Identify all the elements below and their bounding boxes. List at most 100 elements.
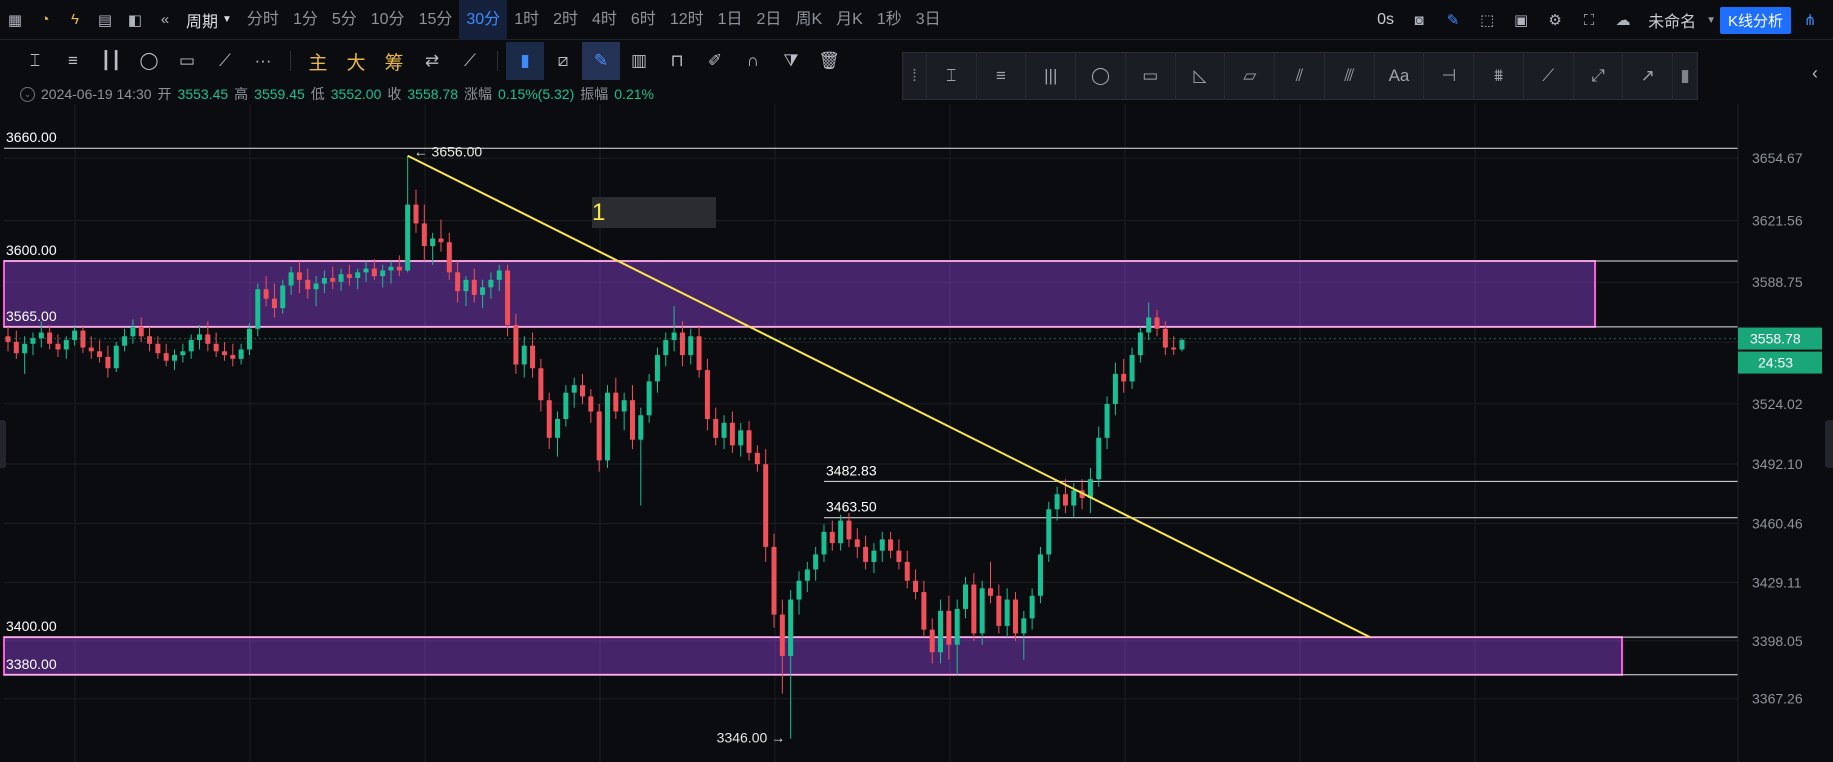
text-cursor-icon[interactable]: ⌶	[927, 52, 977, 100]
big-order-button[interactable]: 大	[337, 42, 375, 80]
pen-icon[interactable]: ✎	[1438, 5, 1468, 35]
candlestick-chart[interactable]: 3660.00 3600.00 3565.00 3482.83 3463.50 3400.…	[0, 0, 1833, 762]
line-segment-icon[interactable]: ⟋	[1524, 52, 1574, 100]
left-panel-handle[interactable]	[0, 420, 6, 468]
chevron-down-icon[interactable]: ▼	[1706, 15, 1716, 26]
interval-tab-2[interactable]: 5分	[325, 0, 364, 40]
collapse-panel-icon[interactable]: ▮	[1673, 52, 1697, 100]
chevron-down-icon[interactable]: ⌄	[20, 86, 35, 102]
interval-tab-11[interactable]: 1日	[711, 0, 750, 40]
candle-body-38	[321, 277, 327, 284]
candle-body-10	[88, 347, 94, 352]
ellipse-icon[interactable]: ◯	[130, 42, 168, 80]
channel-icon[interactable]: ⫽	[1275, 52, 1325, 100]
interval-tab-4[interactable]: 15分	[412, 0, 460, 40]
hline-label-5: 3400.00	[6, 618, 57, 634]
share-icon[interactable]: ⋔	[1795, 5, 1825, 35]
bookmark-icon[interactable]: ▮	[506, 42, 544, 80]
extended-line-icon[interactable]: ⤢	[1574, 52, 1624, 100]
interval-tab-0[interactable]: 分时	[240, 0, 286, 40]
workspace-name[interactable]: 未命名	[1642, 8, 1702, 32]
template-icon[interactable]: ▣	[1506, 5, 1536, 35]
interval-tab-12[interactable]: 2日	[750, 0, 789, 40]
low-label: 低	[310, 86, 325, 102]
interval-tab-13[interactable]: 周K	[788, 0, 829, 40]
parallel-lines-icon[interactable]: ≡	[977, 52, 1027, 100]
draw-pen-icon[interactable]: ✎	[582, 42, 620, 80]
candle-style-icon[interactable]: ▥	[620, 42, 658, 80]
text-cursor-icon[interactable]: ⌶	[16, 42, 54, 80]
interval-tab-1[interactable]: 1分	[286, 0, 325, 40]
interval-tab-5[interactable]: 30分	[459, 0, 508, 40]
interval-tab-14[interactable]: 月K	[829, 0, 870, 40]
chip-button[interactable]: 筹	[375, 42, 413, 80]
rectangle-icon[interactable]: ▭	[168, 42, 206, 80]
y-tick-label-4: 3524.02	[1752, 396, 1803, 412]
chevron-left-icon[interactable]: ‹	[1803, 60, 1827, 86]
amplitude-value: 0.21%	[614, 86, 654, 102]
calendar-icon[interactable]: ▤	[90, 5, 120, 35]
ellipse-icon[interactable]: ◯	[1076, 52, 1126, 100]
hlines-icon[interactable]: ≡	[54, 42, 92, 80]
candle-body-70	[588, 396, 594, 412]
frame-icon[interactable]: ⬚	[1472, 5, 1502, 35]
grip-icon[interactable]: ⁞	[903, 52, 927, 100]
interval-tab-16[interactable]: 3日	[909, 0, 948, 40]
y-tick-label-6: 3460.46	[1752, 515, 1803, 531]
measure-icon[interactable]: ⟋	[451, 42, 489, 80]
candle-body-72	[604, 392, 610, 461]
trash-icon[interactable]: 🗑	[810, 42, 848, 80]
settings-icon[interactable]: ⚙	[1540, 5, 1570, 35]
lock-icon[interactable]: ⊓	[658, 42, 696, 80]
fullscreen-icon[interactable]: ⛶	[1574, 5, 1604, 35]
interval-tab-8[interactable]: 4时	[585, 0, 624, 40]
filter-icon[interactable]: ⧩	[772, 42, 810, 80]
hline-label-0: 3660.00	[6, 129, 57, 145]
pitchfork-icon[interactable]: ⫻	[1325, 52, 1375, 100]
candle-body-13	[113, 345, 119, 369]
interval-tab-10[interactable]: 12时	[663, 0, 711, 40]
interval-tab-7[interactable]: 2时	[546, 0, 585, 40]
interval-tab-9[interactable]: 6时	[624, 0, 663, 40]
lightning-icon[interactable]: ϟ	[60, 5, 90, 35]
candle-body-131	[1096, 437, 1102, 480]
vertical-lines-icon[interactable]: |||	[1026, 52, 1077, 100]
ruler-icon[interactable]: ⧄	[544, 42, 582, 80]
candle-body-89	[746, 430, 752, 453]
layout-icon[interactable]: ◧	[120, 5, 150, 35]
candle-body-44	[371, 268, 377, 277]
interval-tab-15[interactable]: 1秒	[870, 0, 909, 40]
fib-fan-icon[interactable]: ⟋	[206, 42, 244, 80]
vlines-icon[interactable]: ┃┃	[92, 42, 130, 80]
candle-body-140	[1171, 347, 1177, 350]
candle-body-83	[696, 336, 702, 371]
gauge-icon[interactable]: ◔	[30, 5, 60, 35]
triangle-icon[interactable]: ◺	[1176, 52, 1226, 100]
camera-icon[interactable]: ◙	[1404, 5, 1434, 35]
horizontal-ray-icon[interactable]: ⊣	[1424, 52, 1475, 100]
candle-body-62	[521, 345, 527, 365]
candle-body-117	[979, 588, 985, 634]
interval-tab-3[interactable]: 10分	[364, 0, 412, 40]
parallelogram-icon[interactable]: ▱	[1225, 52, 1276, 100]
candle-body-106	[888, 539, 894, 551]
candle-body-59	[496, 270, 502, 280]
more-icon[interactable]: ···	[244, 42, 282, 80]
right-panel-handle[interactable]	[1825, 420, 1833, 468]
magnet-icon[interactable]: ∩	[734, 42, 772, 80]
candle-body-110	[921, 592, 927, 630]
main-indicator-button[interactable]: 主	[299, 42, 337, 80]
interval-tab-6[interactable]: 1时	[507, 0, 546, 40]
chart-icon[interactable]: ▦	[0, 5, 30, 35]
rewind-icon[interactable]: «	[150, 5, 180, 35]
ray-icon[interactable]: ↗	[1623, 52, 1674, 100]
candle-body-20	[172, 355, 178, 361]
price-range-icon[interactable]: ⩩	[1474, 52, 1524, 100]
swap-icon[interactable]: ⇄	[413, 42, 451, 80]
period-dropdown[interactable]: 周期 ▼	[180, 8, 240, 32]
hline-label-1: 3600.00	[6, 242, 57, 258]
text-tool-icon[interactable]: Aa	[1375, 52, 1425, 100]
rectangle-icon[interactable]: ▭	[1126, 52, 1176, 100]
edit-icon[interactable]: ✐	[696, 42, 734, 80]
kline-analysis-button[interactable]: K线分析	[1719, 6, 1791, 34]
